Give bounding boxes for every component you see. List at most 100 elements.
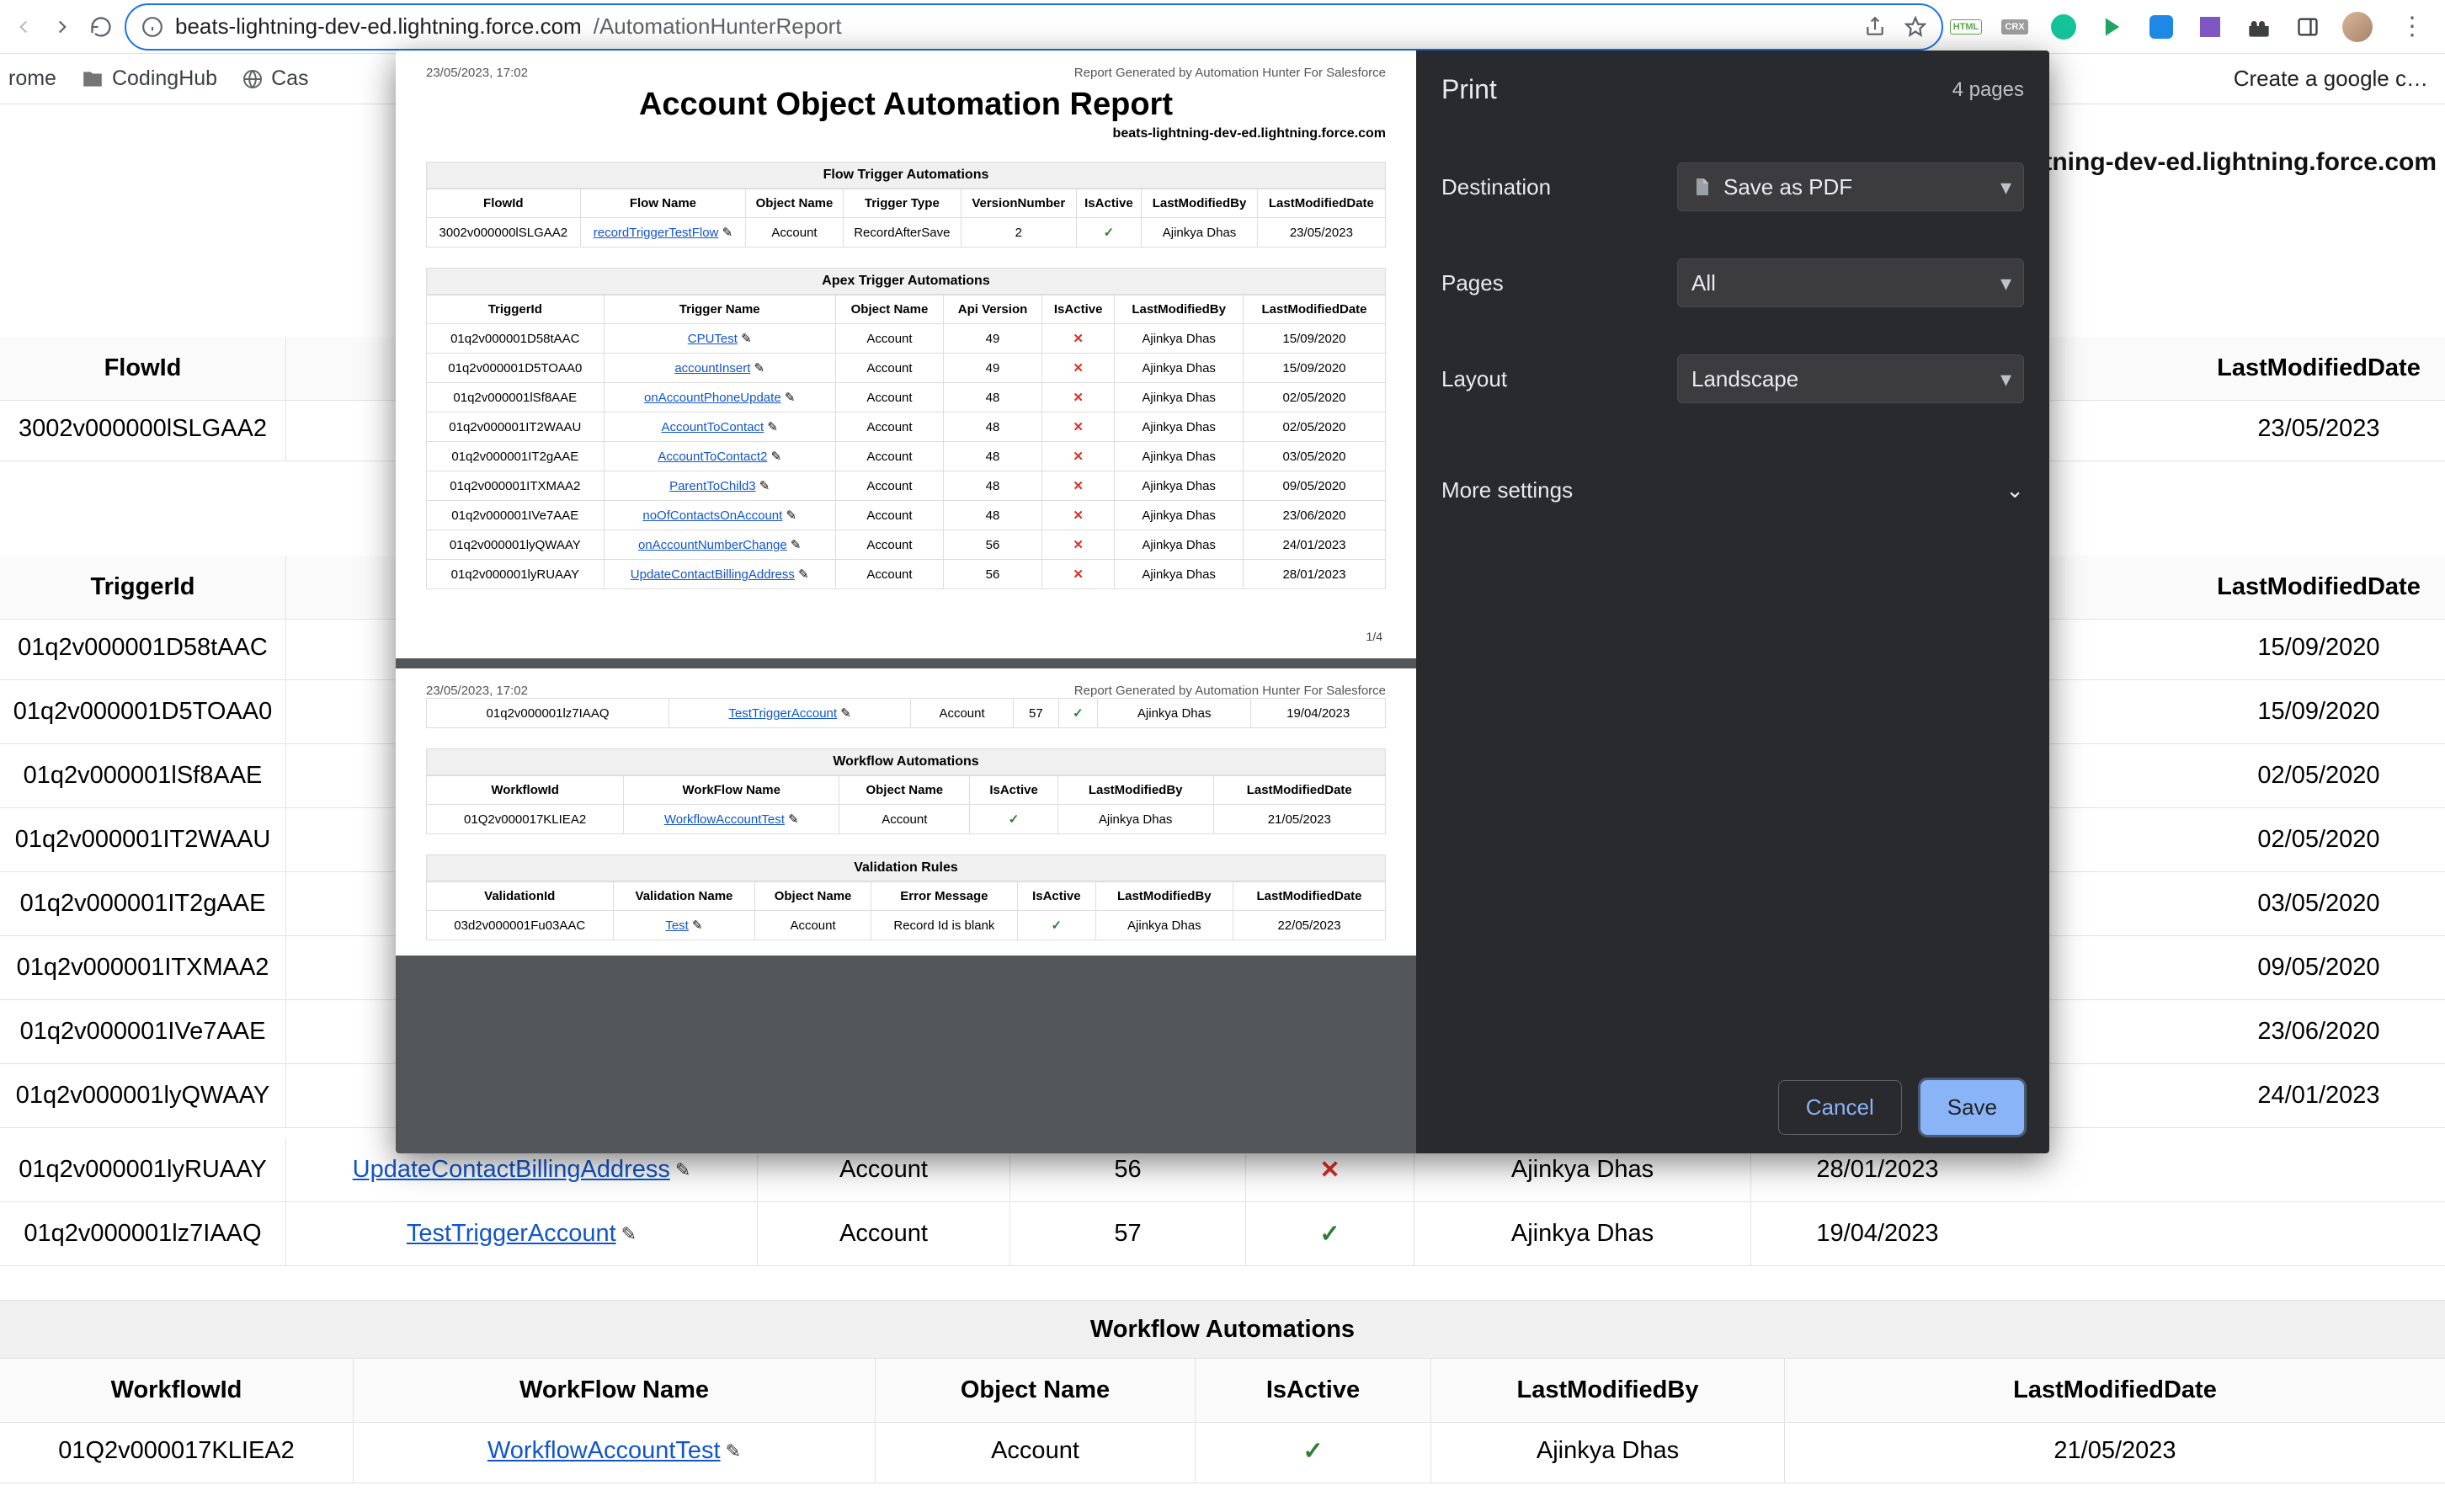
col-header: TriggerId	[427, 295, 605, 324]
edit-icon[interactable]: ✎	[621, 1223, 637, 1245]
reload-icon[interactable]	[86, 12, 116, 42]
workflow-link[interactable]: WorkflowAccountTest	[487, 1437, 721, 1465]
table-row: 01q2v000001lyQWAAYonAccountNumberChange …	[427, 530, 1386, 560]
ext-html-icon[interactable]: HTML	[1952, 13, 1980, 41]
bookmark-item[interactable]: Cas	[242, 67, 308, 91]
layout-select[interactable]: Landscape ▾	[1677, 354, 2024, 403]
link[interactable]: AccountToContact2	[658, 450, 767, 464]
cell: 01q2v000001ITXMAA2	[0, 936, 286, 999]
col-header: WorkflowId	[0, 1359, 354, 1422]
edit-icon[interactable]: ✎	[791, 538, 802, 552]
more-settings-toggle[interactable]: More settings ⌄	[1441, 477, 2024, 503]
nav-back-icon[interactable]	[8, 12, 39, 42]
pages-select[interactable]: All ▾	[1677, 258, 2024, 307]
col-header: Flow Name	[580, 189, 746, 218]
section-val-title: Validation Rules	[426, 854, 1386, 881]
cell: Ajinkya Dhas	[1095, 911, 1233, 940]
edit-icon[interactable]: ✎	[692, 918, 703, 933]
link[interactable]: accountInsert	[674, 361, 750, 375]
table-row: 01q2v000001IVe7AAEnoOfContactsOnAccount …	[427, 501, 1386, 530]
cell: ✕	[1041, 530, 1114, 560]
col-header: LastModifiedDate	[1233, 882, 1386, 911]
cell: Account	[839, 805, 970, 834]
chevron-down-icon: ▾	[2000, 366, 2011, 392]
edit-icon[interactable]: ✎	[675, 1159, 690, 1181]
preview-apex-table-cont: 01q2v000001lz7IAAQTestTriggerAccount ✎Ac…	[426, 698, 1386, 728]
col-header: LastModifiedDate	[2192, 556, 2445, 619]
link[interactable]: AccountToContact	[661, 420, 764, 434]
ext-grammarly-icon[interactable]	[2049, 13, 2078, 41]
col-header: TriggerId	[0, 556, 286, 619]
trigger-link[interactable]: TestTriggerAccount	[407, 1220, 616, 1248]
print-preview-pane[interactable]: 23/05/2023, 17:02 Report Generated by Au…	[396, 51, 1416, 1153]
cell: onAccountNumberChange ✎	[604, 530, 835, 560]
cell: accountInsert ✎	[604, 354, 835, 383]
cell: AccountToContact ✎	[604, 413, 835, 442]
link[interactable]: CPUTest	[688, 332, 738, 346]
cell: 01q2v000001lz7IAAQ	[427, 699, 669, 728]
cell: 01Q2v000017KLIEA2	[0, 1419, 354, 1483]
save-button[interactable]: Save	[1920, 1080, 2024, 1135]
edit-icon[interactable]: ✎	[840, 706, 851, 721]
site-info-icon[interactable]	[141, 16, 163, 38]
edit-icon[interactable]: ✎	[785, 391, 796, 405]
link[interactable]: UpdateContactBillingAddress	[631, 567, 795, 582]
link[interactable]: recordTriggerTestFlow	[594, 226, 719, 240]
cell: Record Id is blank	[871, 911, 1017, 940]
cell: Ajinkya Dhas	[1115, 560, 1244, 589]
chrome-menu-icon[interactable]: ⋮	[2393, 12, 2432, 41]
cell: Account	[835, 471, 943, 501]
cell: 01q2v000001lSf8AAE	[0, 744, 286, 807]
cell: 49	[944, 354, 1042, 383]
cancel-button[interactable]: Cancel	[1778, 1080, 1902, 1135]
edit-icon[interactable]: ✎	[771, 450, 782, 464]
col-header: LastModifiedBy	[1057, 776, 1213, 805]
cell: Account	[835, 413, 943, 442]
link[interactable]: onAccountNumberChange	[638, 538, 787, 552]
destination-select[interactable]: Save as PDF ▾	[1677, 162, 2024, 211]
cell: ✓	[970, 805, 1057, 834]
ext-play-icon[interactable]	[2098, 13, 2127, 41]
edit-icon[interactable]: ✎	[788, 812, 799, 827]
ext-blue-icon[interactable]	[2147, 13, 2176, 41]
extensions-puzzle-icon[interactable]	[2245, 13, 2273, 41]
table-row: 01Q2v000017KLIEA2WorkflowAccountTest ✎Ac…	[427, 805, 1386, 834]
share-icon[interactable]	[1864, 16, 1886, 38]
x-icon: ✕	[1319, 1155, 1340, 1185]
address-bar[interactable]: beats-lightning-dev-ed.lightning.force.c…	[125, 3, 1943, 51]
trigger-link[interactable]: UpdateContactBillingAddress	[353, 1156, 670, 1184]
cell: 24/01/2023	[1243, 530, 1385, 560]
edit-icon[interactable]: ✎	[726, 1440, 741, 1462]
cell: 57	[1013, 699, 1058, 728]
edit-icon[interactable]: ✎	[722, 226, 733, 240]
link[interactable]: ParentToChild3	[669, 479, 756, 493]
bookmark-star-icon[interactable]	[1904, 16, 1926, 38]
edit-icon[interactable]: ✎	[798, 567, 809, 582]
link[interactable]: TestTriggerAccount	[728, 706, 837, 721]
cell: Ajinkya Dhas	[1115, 354, 1244, 383]
cell: Ajinkya Dhas	[1115, 413, 1244, 442]
link[interactable]: noOfContactsOnAccount	[642, 508, 782, 523]
link[interactable]: WorkflowAccountTest	[664, 812, 785, 827]
side-panel-icon[interactable]	[2293, 13, 2322, 41]
ext-crx-icon[interactable]: CRX	[2000, 13, 2029, 41]
bookmark-item[interactable]: CodingHub	[82, 67, 217, 91]
col-header: FlowId	[427, 189, 581, 218]
link[interactable]: Test	[665, 918, 689, 933]
bookmark-item[interactable]: rome	[8, 67, 56, 91]
edit-icon[interactable]: ✎	[786, 508, 796, 523]
preview-val-table: ValidationIdValidation NameObject NameEr…	[426, 881, 1386, 940]
edit-icon[interactable]: ✎	[754, 361, 765, 375]
bookmark-overflow-text[interactable]: Create a google c…	[2234, 66, 2437, 92]
edit-icon[interactable]: ✎	[741, 332, 752, 346]
edit-icon[interactable]: ✎	[767, 420, 778, 434]
edit-icon[interactable]: ✎	[759, 479, 770, 493]
cell: 03/05/2020	[1243, 442, 1385, 471]
ext-purple-icon[interactable]	[2196, 13, 2224, 41]
link[interactable]: onAccountPhoneUpdate	[644, 391, 781, 405]
nav-forward-icon[interactable]	[47, 12, 77, 42]
url-host: beats-lightning-dev-ed.lightning.force.c…	[175, 13, 582, 40]
check-icon: ✓	[1302, 1436, 1323, 1466]
cell: 19/04/2023	[1251, 699, 1386, 728]
profile-avatar[interactable]	[2342, 12, 2373, 42]
